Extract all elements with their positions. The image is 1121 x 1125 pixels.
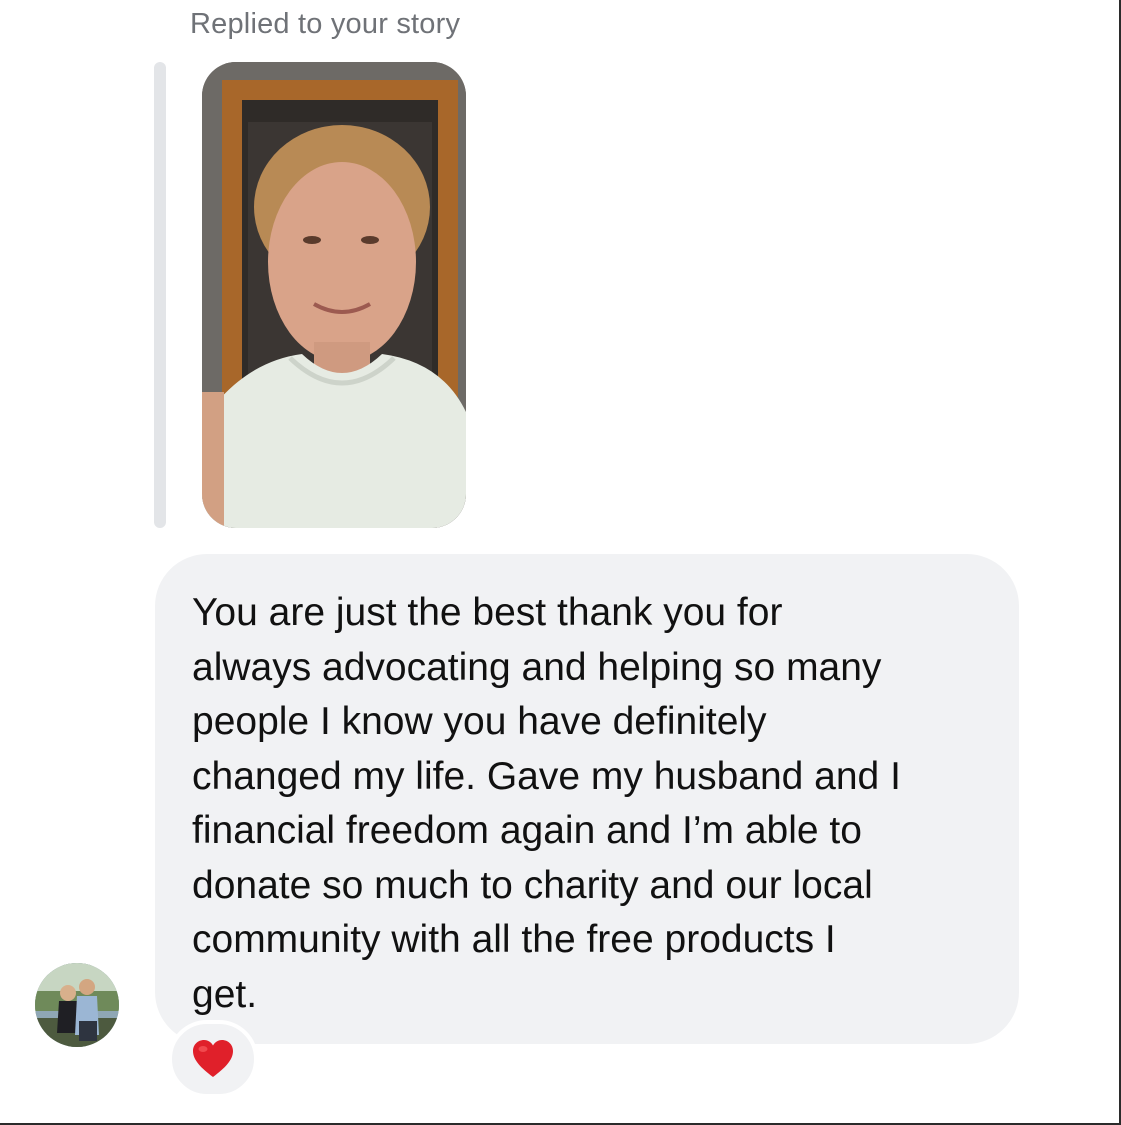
story-reply-caption: Replied to your story <box>190 8 461 40</box>
avatar-photo <box>35 963 119 1047</box>
story-thumbnail[interactable] <box>202 62 466 528</box>
sender-avatar[interactable] <box>35 963 119 1047</box>
message-reaction[interactable] <box>168 1020 258 1098</box>
message-text: You are just the best thank you for alwa… <box>192 591 901 1016</box>
story-photo <box>202 62 466 528</box>
story-reply-indicator-bar <box>154 62 166 528</box>
red-heart-icon <box>193 1040 233 1077</box>
